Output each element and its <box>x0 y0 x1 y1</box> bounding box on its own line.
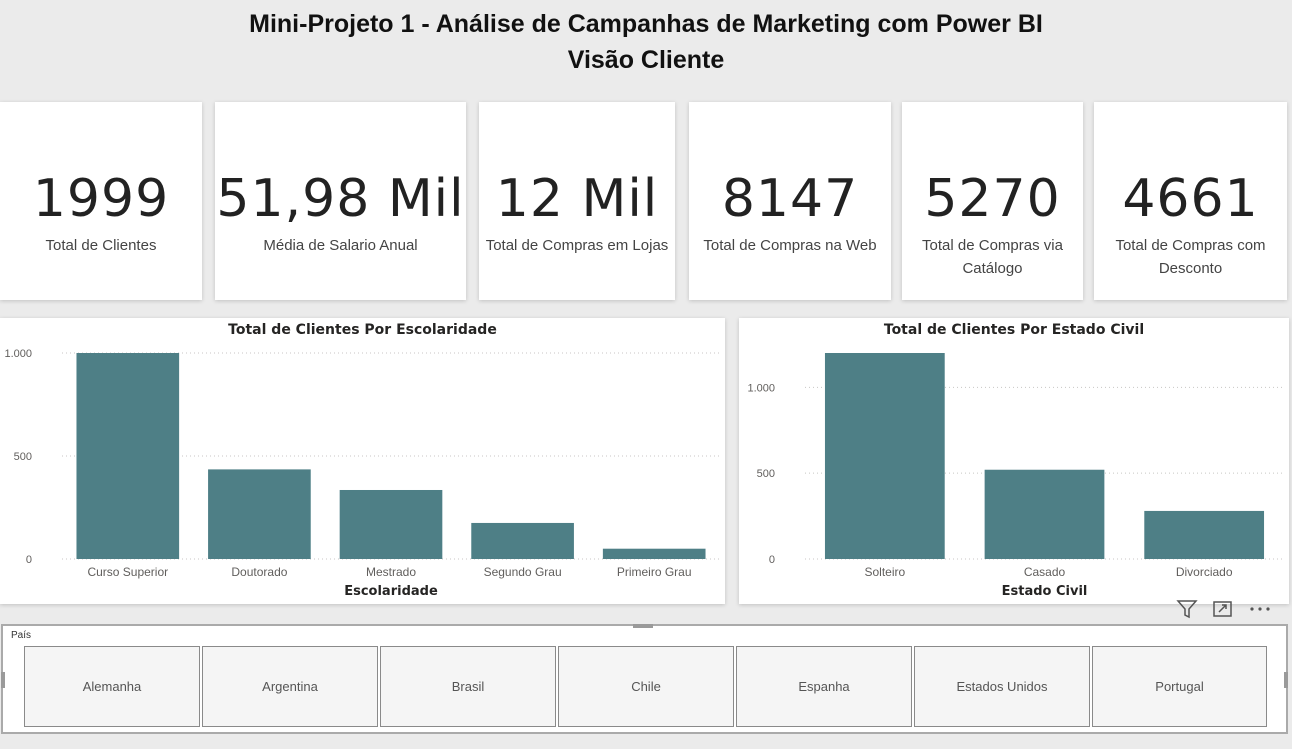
kpi-card-media-salario[interactable]: 51,98 Mil Média de Salario Anual <box>215 102 466 300</box>
x-axis-title: Estado Civil <box>1002 584 1088 599</box>
y-tick-label: 1.000 <box>747 382 775 394</box>
kpi-label: Total de Compras via Catálogo <box>922 237 1063 277</box>
x-tick-label: Mestrado <box>366 565 416 579</box>
chart-title: Total de Clientes Por Estado Civil <box>884 322 1144 338</box>
more-options-icon[interactable] <box>1248 599 1274 619</box>
kpi-card-compras-lojas[interactable]: 12 Mil Total de Compras em Lojas <box>479 102 675 300</box>
pais-slicer[interactable]: País Alemanha Argentina Brasil Chile Esp… <box>1 624 1288 734</box>
resize-handle-top[interactable] <box>633 624 653 628</box>
x-tick-label: Primeiro Grau <box>617 565 692 579</box>
bar[interactable] <box>76 353 180 559</box>
kpi-card-compras-web[interactable]: 8147 Total de Compras na Web <box>689 102 891 300</box>
kpi-card-total-clientes[interactable]: 1999 Total de Clientes <box>0 102 202 300</box>
bar[interactable] <box>208 469 311 559</box>
kpi-value: 1999 <box>32 169 170 229</box>
kpi-value: 12 Mil <box>495 169 659 229</box>
kpi-value: 8147 <box>721 169 859 229</box>
chart-card-escolaridade[interactable]: Total de Clientes Por Escolaridade 0 500 1.… <box>0 318 725 604</box>
bar[interactable] <box>339 489 443 559</box>
bar[interactable] <box>824 353 945 559</box>
y-tick-label: 500 <box>757 468 775 480</box>
x-tick-label: Casado <box>1024 565 1066 579</box>
y-tick-label: 1.000 <box>4 348 32 360</box>
report-title-block: Mini-Projeto 1 - Análise de Campanhas de… <box>0 6 1292 78</box>
kpi-value: 5270 <box>924 169 1061 229</box>
visual-header-toolbar <box>1176 598 1286 620</box>
resize-handle-left[interactable] <box>1 672 5 688</box>
slicer-option-espanha[interactable]: Espanha <box>736 646 912 727</box>
x-tick-label: Segundo Grau <box>484 565 562 579</box>
report-subtitle: Visão Cliente <box>567 46 725 74</box>
slicer-option-alemanha[interactable]: Alemanha <box>24 646 200 727</box>
chart-title: Total de Clientes Por Escolaridade <box>228 322 497 338</box>
report-title: Mini-Projeto 1 - Análise de Campanhas de… <box>249 10 1043 38</box>
bar[interactable] <box>471 522 574 559</box>
chart-card-estado-civil[interactable]: Total de Clientes Por Estado Civil 0 500 1.… <box>739 318 1289 604</box>
y-tick-label: 500 <box>14 451 32 463</box>
x-axis-title: Escolaridade <box>344 584 438 599</box>
kpi-card-compras-catalogo[interactable]: 5270 Total de Compras via Catálogo <box>902 102 1083 300</box>
slicer-option-chile[interactable]: Chile <box>558 646 734 727</box>
slicer-option-brasil[interactable]: Brasil <box>380 646 556 727</box>
kpi-label: Total de Compras na Web <box>703 237 877 254</box>
slicer-option-portugal[interactable]: Portugal <box>1092 646 1267 727</box>
y-tick-label: 0 <box>769 554 775 566</box>
x-tick-label: Doutorado <box>231 565 287 579</box>
slicer-option-estados-unidos[interactable]: Estados Unidos <box>914 646 1090 727</box>
kpi-label: Média de Salario Anual <box>263 237 418 254</box>
kpi-label: Total de Compras com Desconto <box>1115 237 1266 277</box>
y-tick-label: 0 <box>26 554 32 566</box>
kpi-label: Total de Clientes <box>45 237 157 254</box>
filter-icon[interactable] <box>1176 599 1198 619</box>
kpi-label: Total de Compras em Lojas <box>485 237 669 254</box>
bar[interactable] <box>984 469 1105 559</box>
focus-mode-icon[interactable] <box>1212 599 1234 619</box>
x-tick-label: Divorciado <box>1176 565 1233 579</box>
kpi-card-compras-desconto[interactable]: 4661 Total de Compras com Desconto <box>1094 102 1287 300</box>
bar-chart-escolaridade: Total de Clientes Por Escolaridade 0 500 1.… <box>4 322 720 599</box>
bar[interactable] <box>602 548 706 559</box>
x-tick-label: Solteiro <box>864 565 905 579</box>
bar-chart-estado-civil: Total de Clientes Por Estado Civil 0 500 1.… <box>747 322 1284 599</box>
x-tick-label: Curso Superior <box>87 565 168 579</box>
slicer-label: País <box>11 630 32 641</box>
bar[interactable] <box>1144 510 1265 559</box>
resize-handle-right[interactable] <box>1284 672 1288 688</box>
kpi-value: 4661 <box>1122 169 1259 229</box>
kpi-value: 51,98 Mil <box>216 169 465 229</box>
slicer-option-argentina[interactable]: Argentina <box>202 646 378 727</box>
